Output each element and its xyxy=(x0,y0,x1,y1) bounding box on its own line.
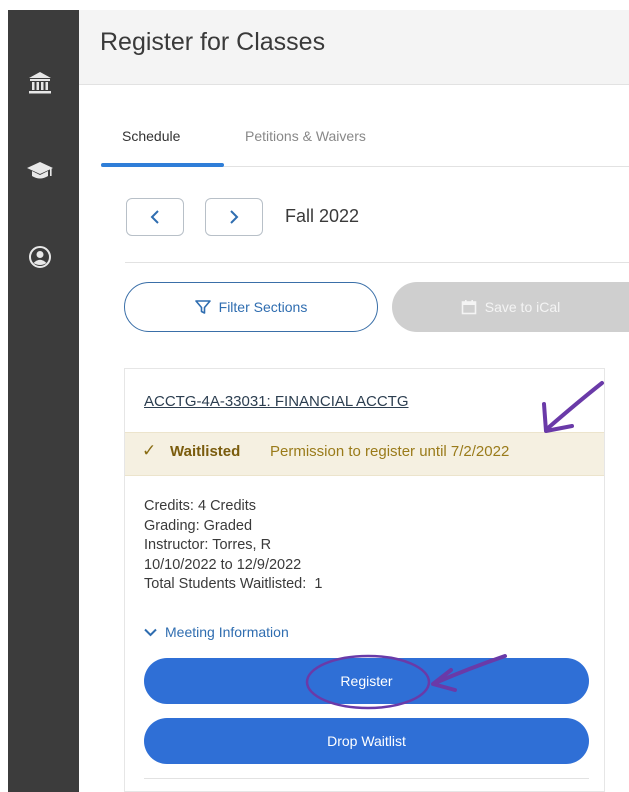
next-term-button[interactable] xyxy=(205,198,263,236)
course-title-link[interactable]: ACCTG-4A-33031: FINANCIAL ACCTG xyxy=(144,393,409,410)
top-strip xyxy=(0,0,629,10)
sidebar xyxy=(8,10,79,792)
calendar-icon xyxy=(461,300,477,315)
tab-schedule[interactable]: Schedule xyxy=(122,128,180,144)
graduation-cap-icon[interactable] xyxy=(25,156,55,186)
checkmark-icon: ✓ xyxy=(142,441,157,460)
term-label: Fall 2022 xyxy=(285,206,360,226)
meeting-information-label: Meeting Information xyxy=(165,624,289,640)
credits-text: Credits: 4 Credits xyxy=(144,498,257,514)
register-label: Register xyxy=(340,673,393,689)
card-bottom-divider xyxy=(144,778,589,779)
active-tab-indicator xyxy=(101,163,224,167)
page-title: Register for Classes xyxy=(100,28,326,56)
institution-icon[interactable] xyxy=(25,68,55,98)
chevron-right-icon xyxy=(230,210,239,224)
previous-term-button[interactable] xyxy=(126,198,184,236)
filter-sections-label: Filter Sections xyxy=(218,299,308,315)
dates-text: 10/10/2022 to 12/9/2022 xyxy=(144,556,302,573)
grading-text: Grading: Graded xyxy=(144,517,253,534)
instructor-text: Instructor: Torres, R xyxy=(144,537,272,553)
tab-petitions-waivers[interactable]: Petitions & Waivers xyxy=(245,128,366,144)
term-divider xyxy=(125,262,629,263)
waitlist-status: Waitlisted xyxy=(170,443,241,460)
save-to-ical-label: Save to iCal xyxy=(484,299,561,315)
drop-waitlist-button[interactable]: Drop Waitlist xyxy=(144,718,589,764)
filter-sections-button[interactable]: Filter Sections xyxy=(124,282,378,332)
user-icon[interactable] xyxy=(25,242,55,272)
chevron-left-icon xyxy=(150,210,159,224)
meeting-information-toggle[interactable]: Meeting Information xyxy=(144,624,289,640)
filter-icon xyxy=(194,300,211,314)
save-to-ical-button[interactable]: Save to iCal xyxy=(392,282,629,332)
register-button[interactable]: Register xyxy=(144,658,589,704)
chevron-down-icon xyxy=(144,628,157,636)
course-details: Credits: 4 Credits Grading: Graded Instr… xyxy=(144,497,322,595)
waitlisted-count-text: Total Students Waitlisted: 1 xyxy=(144,576,323,592)
waitlist-permission-note: Permission to register until 7/2/2022 xyxy=(270,443,510,460)
drop-waitlist-label: Drop Waitlist xyxy=(327,733,406,749)
page-header: Register for Classes xyxy=(79,10,629,85)
